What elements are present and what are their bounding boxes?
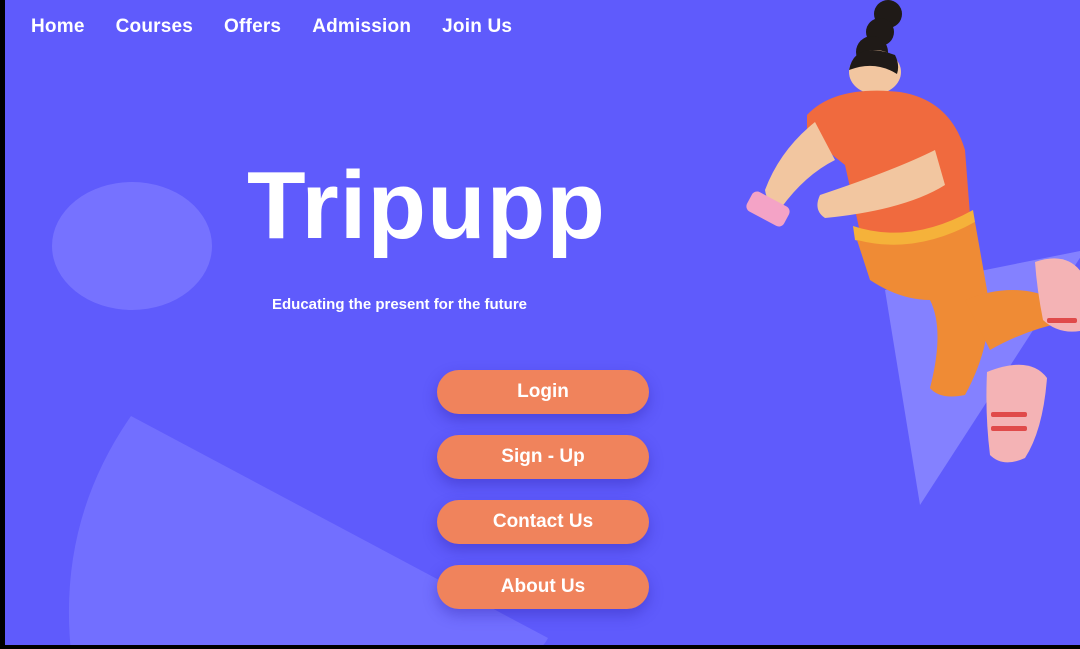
about-us-button[interactable]: About Us <box>437 565 649 609</box>
contact-us-button[interactable]: Contact Us <box>437 500 649 544</box>
decorative-oval <box>52 182 212 310</box>
tagline: Educating the present for the future <box>272 296 528 313</box>
landing-page: Home Courses Offers Admission Join Us Tr… <box>5 0 1080 645</box>
nav-offers[interactable]: Offers <box>224 16 281 38</box>
login-button[interactable]: Login <box>437 370 649 414</box>
nav-home[interactable]: Home <box>31 16 85 38</box>
signup-button[interactable]: Sign - Up <box>437 435 649 479</box>
main-nav: Home Courses Offers Admission Join Us <box>31 16 543 38</box>
nav-courses[interactable]: Courses <box>116 16 193 38</box>
brand-title: Tripupp <box>247 152 606 259</box>
person-with-phone-illustration <box>746 0 1080 463</box>
nav-join-us[interactable]: Join Us <box>442 16 512 38</box>
nav-admission[interactable]: Admission <box>312 16 411 38</box>
